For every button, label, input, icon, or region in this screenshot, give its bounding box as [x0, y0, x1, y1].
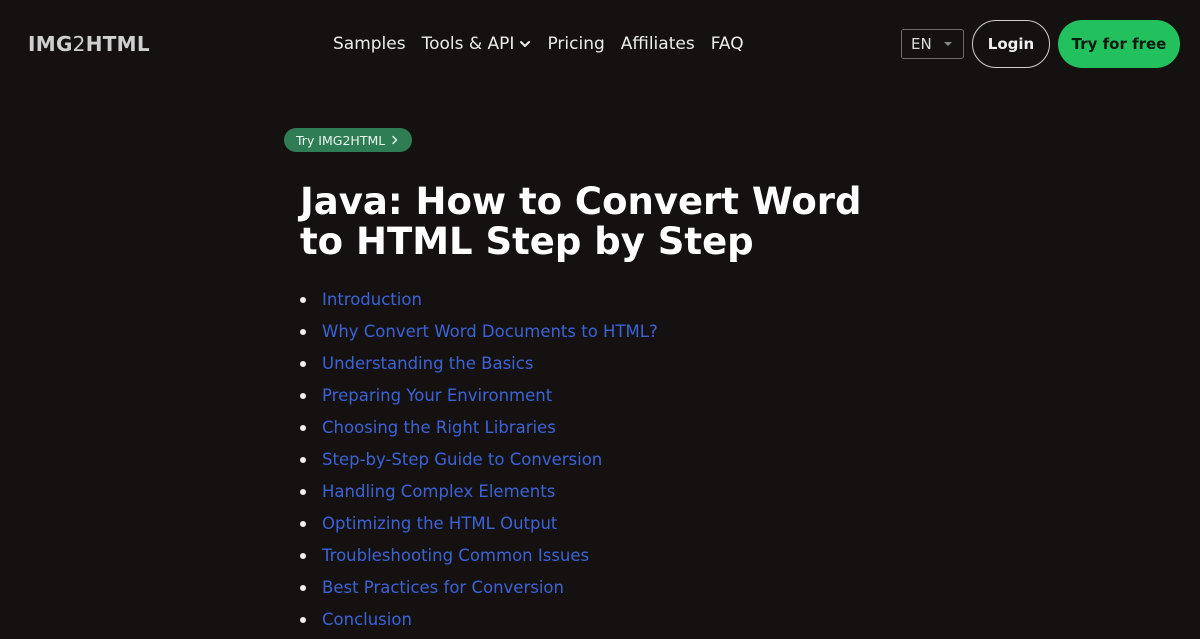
login-button-label: Login: [987, 35, 1035, 53]
bullet-icon: [300, 297, 306, 303]
bullet-icon: [300, 425, 306, 431]
logo-text-2: 2: [72, 32, 86, 56]
toc-item: Understanding the Basics: [300, 351, 658, 383]
nav-tools-api[interactable]: Tools & API: [422, 32, 532, 56]
logo[interactable]: IMG2HTML: [28, 31, 150, 57]
nav-samples[interactable]: Samples: [333, 32, 406, 56]
nav-affiliates[interactable]: Affiliates: [621, 32, 695, 56]
toc-item: Step-by-Step Guide to Conversion: [300, 447, 658, 479]
toc-item: Conclusion: [300, 607, 658, 639]
toc-item: Optimizing the HTML Output: [300, 511, 658, 543]
toc-link[interactable]: Choosing the Right Libraries: [322, 418, 556, 437]
toc-link[interactable]: Best Practices for Conversion: [322, 578, 564, 597]
caret-down-icon: [944, 42, 952, 46]
try-img2html-badge[interactable]: Try IMG2HTML: [284, 128, 413, 152]
toc-item: Preparing Your Environment: [300, 383, 658, 415]
table-of-contents: Introduction Why Convert Word Documents …: [300, 287, 658, 639]
language-select[interactable]: EN: [901, 29, 964, 59]
bullet-icon: [300, 617, 306, 623]
bullet-icon: [300, 553, 306, 559]
bullet-icon: [300, 393, 306, 399]
try-for-free-button[interactable]: Try for free: [1058, 20, 1180, 68]
toc-link[interactable]: Conclusion: [322, 610, 412, 629]
login-button[interactable]: Login: [972, 20, 1050, 68]
main-nav: Samples Tools & API Pricing Affiliates F…: [333, 32, 744, 56]
nav-faq[interactable]: FAQ: [711, 32, 744, 56]
toc-link[interactable]: Handling Complex Elements: [322, 482, 555, 501]
chevron-right-icon: [392, 135, 398, 145]
nav-pricing[interactable]: Pricing: [547, 32, 604, 56]
bullet-icon: [300, 329, 306, 335]
logo-text-img: IMG: [28, 32, 73, 56]
toc-link[interactable]: Optimizing the HTML Output: [322, 514, 557, 533]
nav-samples-label: Samples: [333, 34, 406, 54]
toc-item: Troubleshooting Common Issues: [300, 543, 658, 575]
toc-link[interactable]: Troubleshooting Common Issues: [322, 546, 589, 565]
bullet-icon: [300, 521, 306, 527]
badge-label: Try IMG2HTML: [296, 132, 386, 148]
toc-link[interactable]: Step-by-Step Guide to Conversion: [322, 450, 602, 469]
language-value: EN: [911, 35, 932, 53]
toc-link[interactable]: Why Convert Word Documents to HTML?: [322, 322, 658, 341]
toc-link[interactable]: Preparing Your Environment: [322, 386, 552, 405]
toc-item: Why Convert Word Documents to HTML?: [300, 319, 658, 351]
toc-item: Best Practices for Conversion: [300, 575, 658, 607]
nav-affiliates-label: Affiliates: [620, 34, 695, 54]
nav-tools-api-label: Tools & API: [421, 34, 515, 54]
page-title: Java: How to Convert Word to HTML Step b…: [300, 180, 862, 263]
site-header: IMG2HTML Samples Tools & API Pricing Aff…: [0, 0, 1200, 88]
chevron-down-icon: [520, 41, 531, 47]
nav-pricing-label: Pricing: [547, 34, 605, 54]
bullet-icon: [300, 361, 306, 367]
bullet-icon: [300, 457, 306, 463]
toc-item: Handling Complex Elements: [300, 479, 658, 511]
logo-text-html: HTML: [85, 32, 150, 56]
toc-link[interactable]: Understanding the Basics: [322, 354, 533, 373]
nav-faq-label: FAQ: [710, 34, 744, 54]
bullet-icon: [300, 489, 306, 495]
toc-item: Choosing the Right Libraries: [300, 415, 658, 447]
toc-link[interactable]: Introduction: [322, 290, 422, 309]
try-for-free-label: Try for free: [1071, 35, 1167, 53]
toc-item: Introduction: [300, 287, 658, 319]
bullet-icon: [300, 585, 306, 591]
